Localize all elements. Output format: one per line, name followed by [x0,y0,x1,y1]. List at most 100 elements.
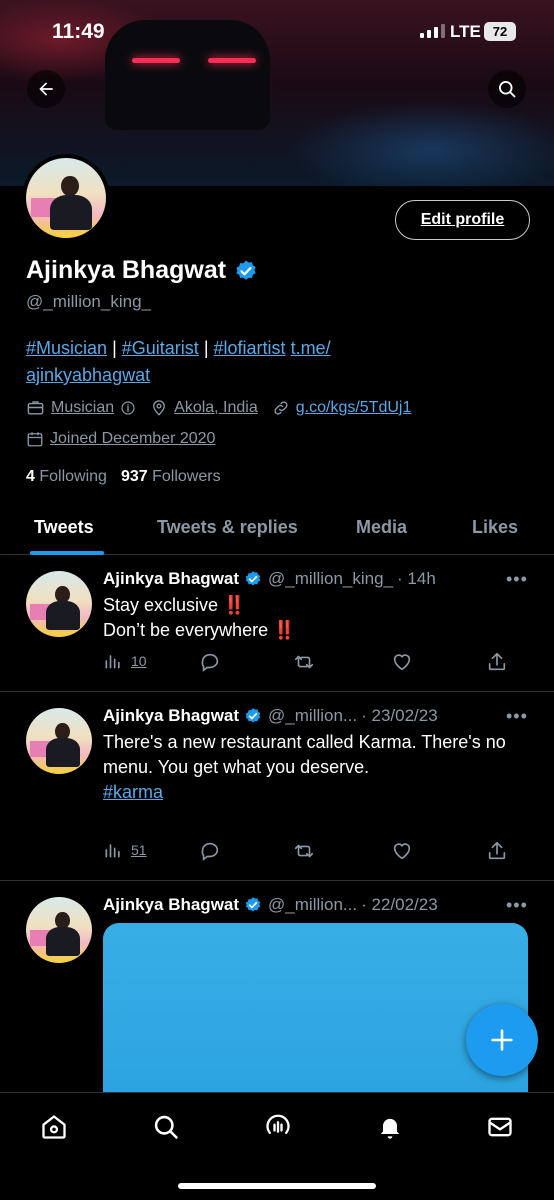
share-icon [488,652,506,671]
search-button[interactable] [488,70,526,108]
location-item: Akola, India [150,399,258,417]
profile-meta-row: Musician Akola, India g.co/kgs/5TdUj1 [26,398,425,417]
profile-name: Ajinkya Bhagwat [26,256,227,284]
tweet-header: Ajinkya Bhagwat @_million... · 22/02/23 [103,895,438,915]
bio-hashtag-musician[interactable]: #Musician [26,338,107,358]
tab-tweets-replies[interactable]: Tweets & replies [157,517,298,538]
banner-taillight-right [208,58,256,63]
retweet-button[interactable] [293,840,315,862]
more-options-icon[interactable]: ••• [506,895,528,916]
tweet-actions: 51 [103,840,513,864]
tweet-avatar[interactable] [26,571,92,637]
profile-avatar[interactable] [22,154,110,242]
briefcase-icon [27,401,44,415]
like-icon [393,843,411,860]
joined-row: Joined December 2020 [26,430,229,448]
back-arrow-icon [39,82,53,96]
like-button[interactable] [391,840,413,862]
profile-handle: @_million_king_ [26,292,151,311]
tab-media[interactable]: Media [356,517,407,538]
calendar-icon [27,432,43,447]
like-button[interactable] [391,651,413,673]
views-icon [105,844,120,858]
reply-icon [201,842,219,861]
nav-home[interactable] [38,1111,70,1143]
tweet-item[interactable]: Ajinkya Bhagwat @_million_king_ · 14h ••… [0,555,554,692]
search-icon [154,1115,178,1139]
bio-link-part1[interactable]: t.me/ [291,338,331,358]
followers-link[interactable]: 937 Followers [121,468,221,486]
double-exclamation-emoji: ‼️ [273,620,296,640]
website-item[interactable]: g.co/kgs/5TdUj1 [272,399,412,417]
verified-badge-icon [245,897,261,912]
share-button[interactable] [486,651,508,673]
battery-indicator: 72 [484,22,516,41]
status-bar: 11:49 LTE 72 [0,18,554,48]
tweet-author-name[interactable]: Ajinkya Bhagwat [103,706,239,726]
tweet-avatar[interactable] [26,708,92,774]
joined-label: Joined December 2020 [50,430,216,447]
double-exclamation-emoji: ‼️ [223,595,246,615]
search-icon [499,81,516,98]
compose-plus-icon [491,1029,513,1051]
share-icon [488,841,506,860]
banner-taillight-left [132,58,180,63]
bell-icon [380,1118,400,1139]
info-icon [121,400,135,415]
home-indicator [178,1183,376,1189]
nav-messages[interactable] [484,1111,516,1143]
mail-icon [488,1117,512,1137]
profession-item[interactable]: Musician [26,398,136,417]
verified-badge-icon [245,571,261,586]
tweet-hashtag[interactable]: #karma [103,782,163,802]
tab-likes[interactable]: Likes [472,517,518,538]
more-options-icon[interactable]: ••• [506,569,528,590]
edit-profile-button[interactable]: Edit profile [395,200,530,240]
reply-button[interactable] [199,840,221,862]
retweet-icon [294,844,314,858]
bio-hashtag-lofiartist[interactable]: #lofiartist [214,338,286,358]
verified-badge-icon [245,708,261,723]
like-icon [393,654,411,671]
status-time: 11:49 [52,20,105,43]
share-button[interactable] [486,840,508,862]
follow-stats: 4 Following 937 Followers [26,468,221,486]
reply-button[interactable] [199,651,221,673]
tweet-author-handle: @_million... [268,895,358,914]
signal-icon [420,24,445,38]
back-button[interactable] [27,70,65,108]
tweet-author-name[interactable]: Ajinkya Bhagwat [103,569,239,589]
tweet-text: There's a new restaurant called Karma. T… [103,732,506,802]
nav-search[interactable] [150,1111,182,1143]
views-button[interactable]: 51 [103,840,147,860]
views-button[interactable]: 10 [103,651,147,671]
profile-bio: #Musician | #Guitarist | #lofiartist t.m… [26,338,331,385]
tweet-item[interactable]: Ajinkya Bhagwat @_million... · 22/02/23 … [0,881,554,1123]
bio-link-part2[interactable]: ajinkyabhagwat [26,365,150,385]
following-link[interactable]: 4 Following [26,468,107,486]
tweet-author-name[interactable]: Ajinkya Bhagwat [103,895,239,915]
nav-spaces[interactable] [262,1111,294,1143]
website-link[interactable]: g.co/kgs/5TdUj1 [296,399,412,417]
home-icon [42,1115,66,1139]
views-icon [105,655,120,669]
compose-tweet-button[interactable] [466,1004,538,1076]
tweet-item[interactable]: Ajinkya Bhagwat @_million... · 23/02/23 … [0,692,554,881]
reply-icon [201,653,219,672]
bio-hashtag-guitarist[interactable]: #Guitarist [122,338,199,358]
tweet-author-handle: @_million... [268,706,358,725]
profile-name-row: Ajinkya Bhagwat [26,256,258,285]
tweet-text: Stay exclusive ‼️ Don’t be everywhere ‼️ [103,595,296,640]
profile-tabs: Tweets Tweets & replies Media Likes [0,505,554,555]
tab-tweets[interactable]: Tweets [34,517,94,538]
tweet-actions: 10 [103,651,513,675]
location-label: Akola, India [174,398,258,416]
nav-notifications[interactable] [374,1111,406,1143]
more-options-icon[interactable]: ••• [506,706,528,727]
retweet-button[interactable] [293,651,315,673]
verified-badge-icon[interactable] [234,259,258,283]
views-count: 10 [131,653,147,669]
retweet-icon [294,655,314,669]
tweet-avatar[interactable] [26,897,92,963]
link-icon [274,400,288,415]
